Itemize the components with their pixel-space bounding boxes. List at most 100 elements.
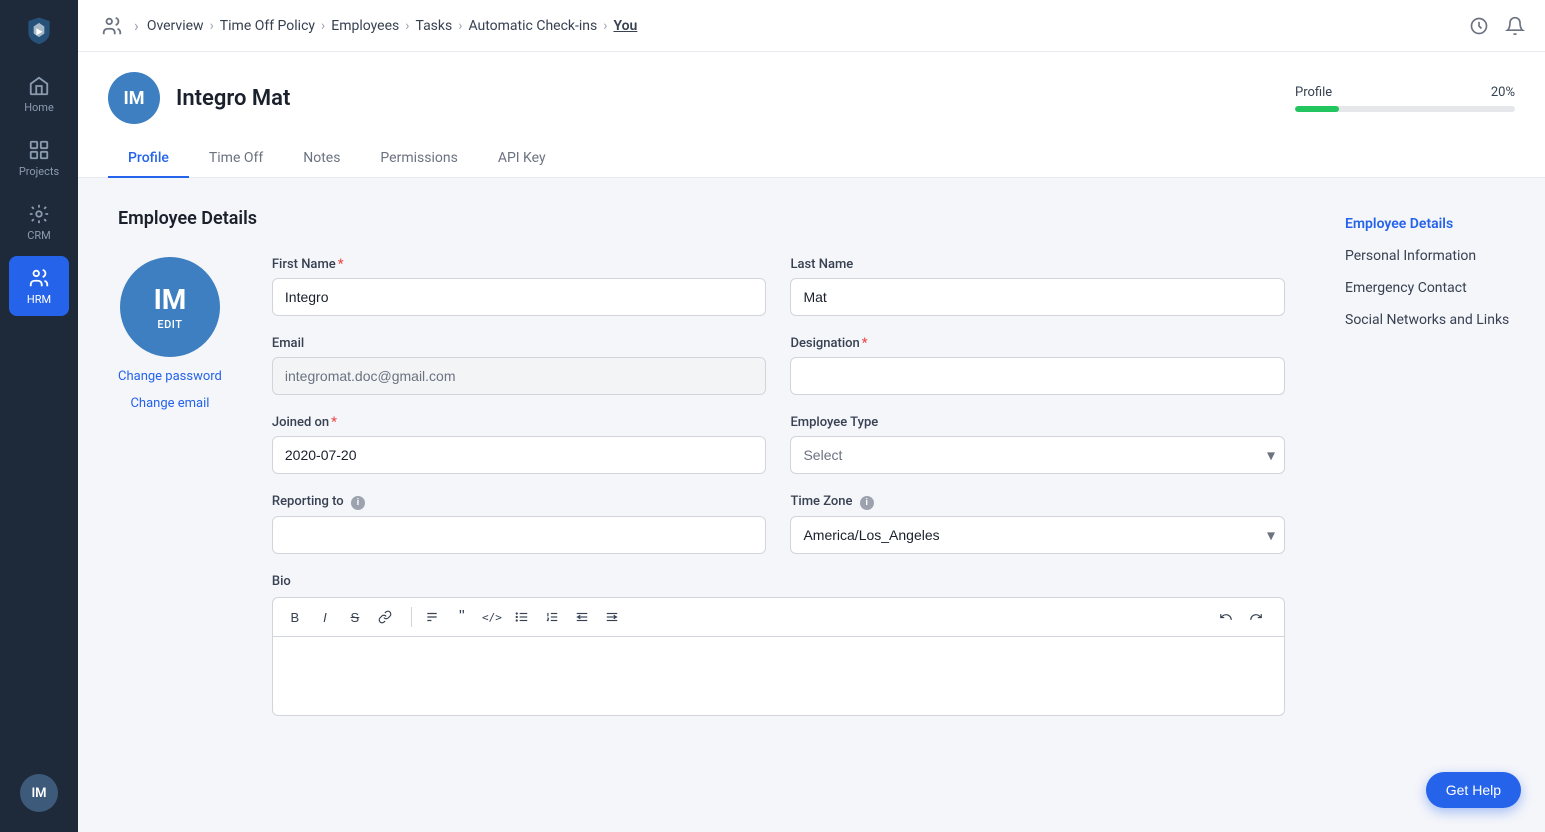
crumb-you[interactable]: You: [613, 18, 637, 34]
tab-time-off[interactable]: Time Off: [189, 140, 283, 178]
sidebar-item-projects-label: Projects: [19, 165, 59, 178]
form-row-joined: Joined on* Employee Type Select Full-tim…: [272, 415, 1285, 474]
right-nav-emergency-contact[interactable]: Emergency Contact: [1345, 272, 1525, 304]
progress-bar-bg: [1295, 106, 1515, 112]
employee-type-select[interactable]: Select Full-time Part-time Contract Inte…: [790, 436, 1285, 474]
designation-input[interactable]: [790, 357, 1285, 395]
form-left-panel: IM EDIT Change password Change email: [118, 257, 222, 716]
app-logo: [19, 10, 59, 50]
right-nav-social-networks[interactable]: Social Networks and Links: [1345, 304, 1525, 336]
form-fields: First Name* Last Name: [272, 257, 1285, 716]
bio-editor[interactable]: [272, 636, 1285, 716]
form-group-time-zone: Time Zone i America/Los_Angeles ▾: [790, 494, 1285, 554]
content-area: IM Integro Mat Profile 20% Profile Time …: [78, 52, 1545, 832]
sidebar-item-projects[interactable]: Projects: [9, 128, 69, 188]
employee-type-select-wrap: Select Full-time Part-time Contract Inte…: [790, 436, 1285, 474]
bio-toolbar: B I S: [272, 597, 1285, 636]
tab-notes[interactable]: Notes: [283, 140, 360, 178]
form-group-designation: Designation*: [790, 336, 1285, 395]
crumb-tasks[interactable]: Tasks: [415, 18, 452, 34]
right-sidebar: Employee Details Personal Information Em…: [1325, 178, 1545, 746]
first-name-label: First Name*: [272, 257, 767, 272]
bio-ol-btn[interactable]: [538, 604, 566, 630]
profile-progress-percent: 20%: [1491, 85, 1515, 100]
reporting-to-input[interactable]: [272, 516, 767, 554]
form-row-email: Email Designation*: [272, 336, 1285, 395]
form-group-joined-on: Joined on*: [272, 415, 767, 474]
joined-on-label: Joined on*: [272, 415, 767, 430]
sidebar: Home Projects CRM HRM IM: [0, 0, 78, 832]
last-name-label: Last Name: [790, 257, 1285, 272]
employee-header: IM Integro Mat Profile 20% Profile Time …: [78, 52, 1545, 178]
bio-format-group: B I S: [281, 604, 399, 630]
tab-api-key[interactable]: API Key: [478, 140, 566, 178]
sidebar-item-hrm[interactable]: HRM: [9, 256, 69, 316]
main-area: › Overview › Time Off Policy › Employees…: [78, 0, 1545, 832]
topnav: › Overview › Time Off Policy › Employees…: [78, 0, 1545, 52]
bio-undo-btn[interactable]: [1212, 604, 1240, 630]
time-zone-label: Time Zone i: [790, 494, 1285, 510]
avatar-edit-label: EDIT: [157, 318, 182, 331]
clock-icon[interactable]: [1469, 16, 1489, 36]
bio-section: Bio B I S: [272, 574, 1285, 716]
form-row-name: First Name* Last Name: [272, 257, 1285, 316]
crumb-overview[interactable]: Overview: [147, 18, 204, 34]
reporting-to-info-icon: i: [351, 496, 365, 510]
sidebar-item-home[interactable]: Home: [9, 64, 69, 124]
employee-name: Integro Mat: [176, 86, 290, 111]
bio-heading-btn[interactable]: [418, 604, 446, 630]
get-help-button[interactable]: Get Help: [1426, 772, 1521, 808]
tab-profile[interactable]: Profile: [108, 140, 189, 178]
bio-ul-btn[interactable]: [508, 604, 536, 630]
progress-bar-fill: [1295, 106, 1339, 112]
crumb-employees[interactable]: Employees: [331, 18, 399, 34]
time-zone-select[interactable]: America/Los_Angeles: [790, 516, 1285, 554]
crumb-auto-checkins[interactable]: Automatic Check-ins: [468, 18, 597, 34]
right-nav-personal-info[interactable]: Personal Information: [1345, 240, 1525, 272]
bio-redo-btn[interactable]: [1242, 604, 1270, 630]
tab-permissions[interactable]: Permissions: [360, 140, 477, 178]
joined-on-input[interactable]: [272, 436, 767, 474]
breadcrumb: Overview › Time Off Policy › Employees ›…: [147, 18, 638, 34]
designation-label: Designation*: [790, 336, 1285, 351]
sidebar-item-crm[interactable]: CRM: [9, 192, 69, 252]
toolbar-divider-1: [411, 607, 412, 627]
bio-italic-btn[interactable]: I: [311, 604, 339, 630]
bio-code-btn[interactable]: </>: [478, 604, 506, 630]
bio-bold-btn[interactable]: B: [281, 604, 309, 630]
user-avatar-sidebar[interactable]: IM: [20, 774, 58, 812]
bio-indent-right-btn[interactable]: [598, 604, 626, 630]
email-input[interactable]: [272, 357, 767, 395]
profile-progress: Profile 20%: [1295, 85, 1515, 112]
bio-quote-btn[interactable]: ": [448, 604, 476, 630]
change-password-link[interactable]: Change password: [118, 369, 222, 384]
change-email-link[interactable]: Change email: [130, 396, 209, 411]
employee-avatar-large[interactable]: IM EDIT: [120, 257, 220, 357]
form-group-first-name: First Name*: [272, 257, 767, 316]
employee-header-top: IM Integro Mat Profile 20%: [108, 72, 1515, 124]
crumb-time-off-policy[interactable]: Time Off Policy: [220, 18, 315, 34]
last-name-input[interactable]: [790, 278, 1285, 316]
topnav-right: [1469, 16, 1525, 36]
sidebar-item-hrm-label: HRM: [27, 293, 51, 306]
right-nav-employee-details[interactable]: Employee Details: [1345, 208, 1525, 240]
page-body: Employee Details IM EDIT Change password…: [78, 178, 1545, 746]
bio-strike-btn[interactable]: S: [341, 604, 369, 630]
breadcrumb-sep-0: ›: [134, 16, 139, 35]
section-title: Employee Details: [118, 208, 1285, 229]
bell-icon[interactable]: [1505, 16, 1525, 36]
form-group-last-name: Last Name: [790, 257, 1285, 316]
sidebar-item-crm-label: CRM: [27, 229, 51, 242]
sidebar-item-home-label: Home: [24, 101, 54, 114]
profile-progress-label: Profile: [1295, 85, 1332, 100]
first-name-input[interactable]: [272, 278, 767, 316]
email-label: Email: [272, 336, 767, 351]
bio-indent-left-btn[interactable]: [568, 604, 596, 630]
reporting-to-label: Reporting to i: [272, 494, 767, 510]
avatar-initials: IM: [154, 283, 187, 316]
bio-history-group: [1212, 604, 1270, 630]
form-group-reporting-to: Reporting to i: [272, 494, 767, 554]
bio-link-btn[interactable]: [371, 604, 399, 630]
bio-block-group: " </>: [418, 604, 626, 630]
form-area: Employee Details IM EDIT Change password…: [78, 178, 1325, 746]
